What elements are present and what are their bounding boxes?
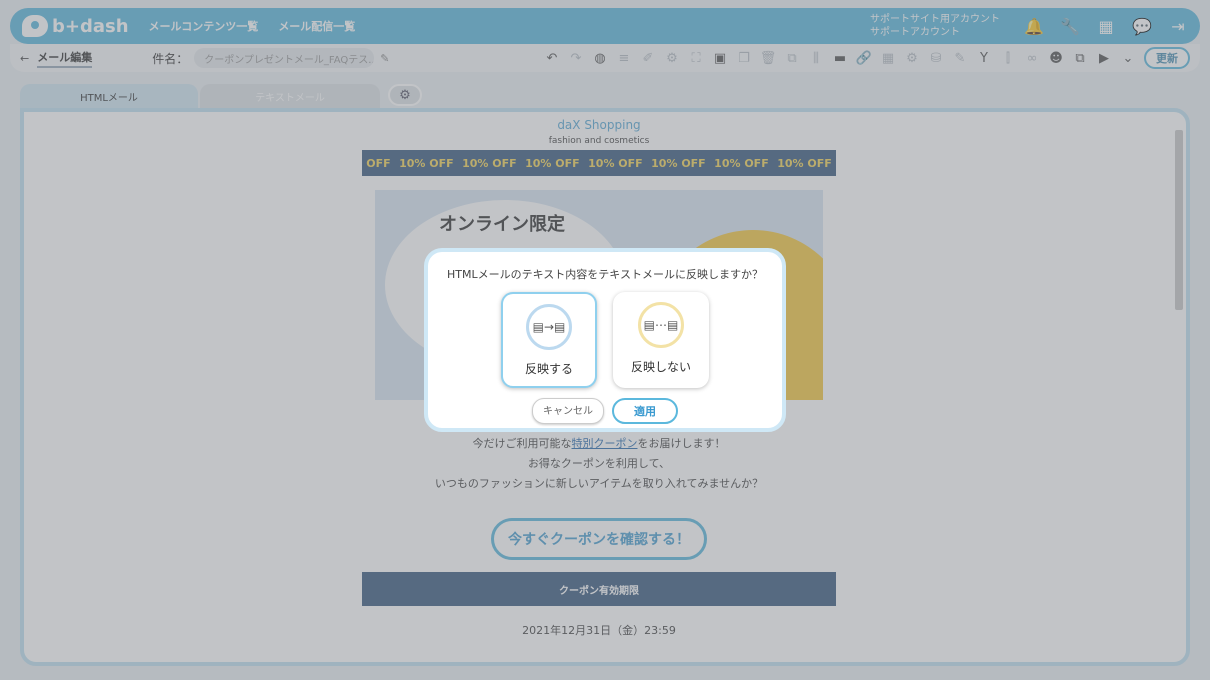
cancel-button[interactable]: キャンセル <box>532 398 604 424</box>
reflect-icon: ▤→▤ <box>526 304 572 350</box>
option-reflect-label: 反映する <box>524 362 573 376</box>
option-no-reflect-label: 反映しない <box>630 360 691 374</box>
dialog-question: HTMLメールのテキスト内容をテキストメールに反映しますか？ <box>447 268 763 281</box>
dialog-choices: ▤→▤ 反映する ▤⋯▤ 反映しない <box>428 292 782 388</box>
no-reflect-icon: ▤⋯▤ <box>638 302 684 348</box>
apply-button[interactable]: 適用 <box>612 398 678 424</box>
dialog-actions: キャンセル 適用 <box>428 398 782 424</box>
reflect-dialog: HTMLメールのテキスト内容をテキストメールに反映しますか？ ▤→▤ 反映する … <box>424 248 786 432</box>
option-reflect[interactable]: ▤→▤ 反映する <box>501 292 597 388</box>
option-no-reflect[interactable]: ▤⋯▤ 反映しない <box>613 292 709 388</box>
